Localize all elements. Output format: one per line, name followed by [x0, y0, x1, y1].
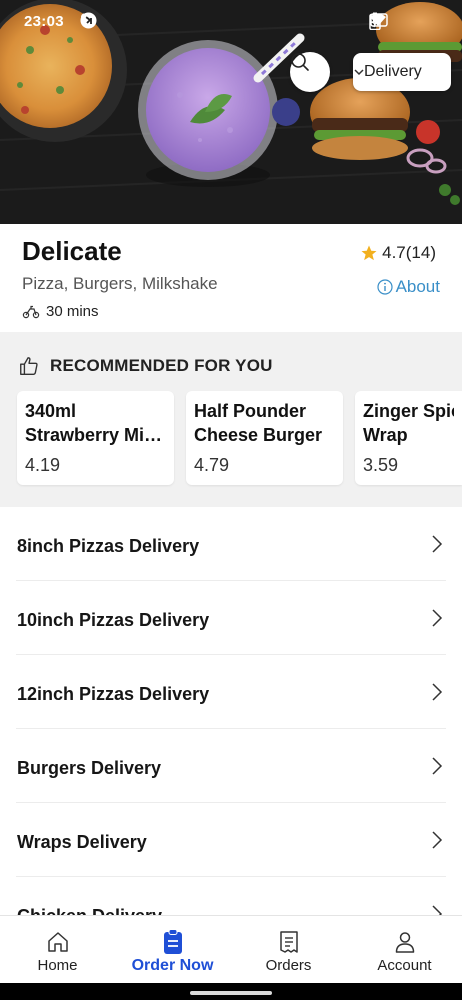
thumbs-up-icon	[20, 357, 38, 375]
status-icons-left	[80, 12, 197, 29]
scooter-icon	[22, 305, 40, 318]
category-row[interactable]: Wraps Delivery	[16, 803, 446, 877]
nav-account[interactable]: Account	[347, 916, 462, 984]
item-name-line2: Strawberry Mi…	[25, 425, 163, 445]
item-name-line1: Half Pounder	[194, 401, 307, 421]
delivery-time-value: 30 mins	[46, 303, 99, 320]
search-icon	[291, 53, 309, 71]
recommended-section: RECOMMENDED FOR YOU 340ml Strawberry Mi……	[0, 332, 462, 507]
recommended-header: RECOMMENDED FOR YOU	[18, 355, 273, 377]
chevron-right-icon	[432, 831, 443, 849]
order-type-value: Delivery	[364, 63, 422, 80]
nav-order-now[interactable]: Order Now	[115, 916, 230, 984]
delivery-time: 30 mins	[22, 303, 99, 320]
chevron-right-icon	[432, 683, 443, 701]
restaurant-name: Delicate	[22, 236, 122, 266]
category-label: 10inch Pizzas Delivery	[17, 610, 210, 630]
nav-orders[interactable]: Orders	[231, 916, 346, 984]
battery-charging-icon	[369, 12, 436, 30]
status-icons-right	[369, 12, 436, 30]
home-gesture-handle[interactable]	[190, 991, 272, 995]
item-price: 4.79	[194, 455, 230, 475]
rating: 4.7(14)	[360, 243, 436, 263]
category-label: Wraps Delivery	[17, 832, 147, 852]
dot-icon	[81, 12, 197, 29]
account-icon	[395, 932, 414, 953]
info-icon	[376, 279, 393, 295]
nav-order-now-label: Order Now	[131, 957, 214, 974]
gesture-bar	[0, 983, 462, 1000]
search-button[interactable]	[290, 52, 330, 92]
chevron-right-icon	[432, 757, 443, 775]
receipt-icon	[279, 931, 298, 953]
item-name-line2: Wrap	[363, 425, 408, 445]
about-link[interactable]: About	[376, 277, 440, 297]
restaurant-info: Delicate 4.7(14) Pizza, Burgers, Milksha…	[0, 224, 462, 332]
status-bar: 23:03	[0, 0, 462, 44]
recommended-card[interactable]: Half Pounder Cheese Burger 4.79	[186, 391, 343, 485]
s-icon	[80, 12, 147, 29]
star-icon	[361, 245, 377, 261]
about-label: About	[395, 277, 440, 296]
chevron-right-icon	[432, 535, 443, 553]
category-label: Burgers Delivery	[17, 758, 162, 778]
item-price: 3.59	[363, 455, 399, 475]
status-time: 23:03	[24, 13, 64, 30]
recommended-title: RECOMMENDED FOR YOU	[50, 356, 273, 375]
cuisines: Pizza, Burgers, Milkshake	[22, 274, 218, 293]
wifi-icon	[370, 12, 411, 29]
category-label: Chicken Delivery	[17, 906, 162, 915]
category-label: 8inch Pizzas Delivery	[17, 536, 200, 556]
item-name-line2: Cheese Burger	[194, 425, 323, 445]
category-list: 8inch Pizzas Delivery 10inch Pizzas Deli…	[0, 507, 462, 915]
category-row[interactable]: 12inch Pizzas Delivery	[16, 655, 446, 729]
chevron-right-icon	[432, 609, 443, 627]
info-icon	[80, 12, 122, 29]
hero-banner: 23:03 Delivery	[0, 0, 462, 224]
category-row[interactable]: 8inch Pizzas Delivery	[16, 507, 446, 581]
shazam-icon	[80, 12, 172, 29]
nav-home-label: Home	[37, 957, 78, 974]
nav-home[interactable]: Home	[0, 916, 115, 984]
category-row[interactable]: Burgers Delivery	[16, 729, 446, 803]
chevron-down-icon	[354, 69, 364, 76]
recommended-card[interactable]: Zinger Spicy Wrap 3.59	[355, 391, 462, 485]
home-icon	[47, 932, 68, 952]
category-row[interactable]: 10inch Pizzas Delivery	[16, 581, 446, 655]
order-now-icon	[163, 929, 182, 954]
item-price: 4.19	[25, 455, 61, 475]
recommended-card[interactable]: 340ml Strawberry Mi… 4.19	[17, 391, 174, 485]
rating-value: 4.7(14)	[382, 243, 436, 262]
order-type-dropdown[interactable]: Delivery	[353, 53, 451, 91]
bottom-nav: Home Order Now Orders Account	[0, 915, 462, 983]
chevron-right-icon	[432, 905, 443, 915]
category-label: 12inch Pizzas Delivery	[17, 684, 210, 704]
item-name-line1: 340ml	[25, 401, 77, 421]
item-name-line1: Zinger Spicy	[363, 401, 454, 421]
nav-orders-label: Orders	[265, 957, 312, 974]
nav-account-label: Account	[377, 957, 432, 974]
category-row[interactable]: Chicken Delivery	[16, 877, 446, 915]
